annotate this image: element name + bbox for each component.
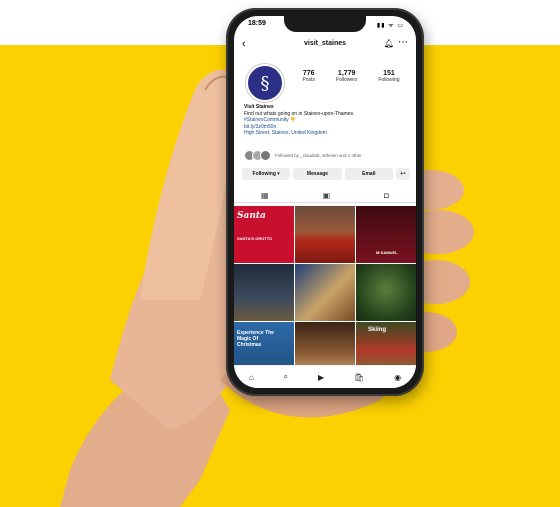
post-tree[interactable]	[356, 264, 416, 321]
followed-by[interactable]: Followed by _claudiab, stthelen and 1 ot…	[244, 150, 362, 161]
post-cinema[interactable]	[234, 264, 294, 321]
stat-label: Followers	[335, 77, 358, 83]
phone-notch	[284, 16, 366, 32]
avatar[interactable]: §	[246, 64, 284, 102]
message-button[interactable]: Message	[293, 168, 342, 180]
profile-bio: Visit Staines Find out whats going on in…	[244, 104, 409, 137]
add-person-button[interactable]: +⁴	[395, 168, 410, 180]
bottom-navbar: ⌂ ⌕ ▶ 🛍︎ ◉	[234, 365, 416, 388]
reel-icon[interactable]: ▶	[318, 373, 324, 382]
post-santa[interactable]: Santa SANTA'S GROTTO	[234, 206, 294, 263]
more-dots-icon[interactable]: ⋯	[398, 37, 408, 48]
profile-icon[interactable]: ◉	[394, 373, 401, 382]
stat-value: 151	[383, 70, 395, 77]
post-grid: Santa SANTA'S GROTTO M·SAMUEL Experience…	[234, 206, 416, 379]
stat-label: Posts	[302, 77, 315, 83]
bell-icon[interactable]: 🔔︎	[384, 39, 394, 48]
status-time: 18:59	[248, 20, 266, 27]
followed-by-text: Followed by _claudiab, stthelen and 1 ot…	[275, 153, 362, 158]
profile-actions: Following ▾ Message Email +⁴	[242, 168, 410, 180]
profile-topbar: ‹ visit_staines 🔔︎ ⋯	[234, 37, 416, 54]
post-poppies[interactable]	[295, 206, 355, 263]
home-icon[interactable]: ⌂	[249, 373, 254, 382]
stat-value: 1,779	[337, 70, 356, 77]
post-santa-title: Santa	[237, 211, 266, 221]
search-icon[interactable]: ⌕	[284, 372, 288, 382]
following-button[interactable]: Following ▾	[242, 168, 291, 180]
shop-icon[interactable]: 🛍︎	[354, 373, 364, 382]
profile-tabs: ▦ ▣ ◘	[234, 188, 416, 203]
status-icons: ▮▮ ᯤ ▭	[376, 23, 404, 29]
bio-location[interactable]: High Street, Staines, United Kingdom	[244, 130, 409, 137]
post-santa-sub: SANTA'S GROTTO	[237, 236, 273, 241]
profile-stats: 776 Posts 1,779 Followers 151 Following	[292, 70, 410, 83]
post-experience-text: Experience The Magic Of Christmas	[237, 330, 274, 348]
smartphone: 18:59 ▮▮ ᯤ ▭ ‹ visit_staines 🔔︎ ⋯ § 776 …	[226, 8, 424, 396]
post-skiing-text: Skiing	[368, 327, 387, 333]
post-samuel-text: M·SAMUEL	[376, 250, 398, 255]
stat-label: Following	[378, 77, 400, 83]
follower-avatar	[260, 150, 271, 161]
stat-value: 776	[302, 70, 315, 77]
post-pastry[interactable]	[295, 264, 355, 321]
stat-following[interactable]: 151 Following	[378, 70, 399, 83]
grid-icon[interactable]: ▦	[261, 191, 269, 200]
post-samuel[interactable]: M·SAMUEL	[356, 206, 416, 263]
stat-followers[interactable]: 1,779 Followers	[336, 70, 357, 83]
stat-posts[interactable]: 776 Posts	[302, 70, 315, 83]
tagged-icon[interactable]: ◘	[384, 191, 389, 200]
email-button[interactable]: Email	[344, 168, 393, 180]
phone-screen: 18:59 ▮▮ ᯤ ▭ ‹ visit_staines 🔔︎ ⋯ § 776 …	[234, 16, 416, 388]
reels-icon[interactable]: ▣	[323, 191, 331, 200]
